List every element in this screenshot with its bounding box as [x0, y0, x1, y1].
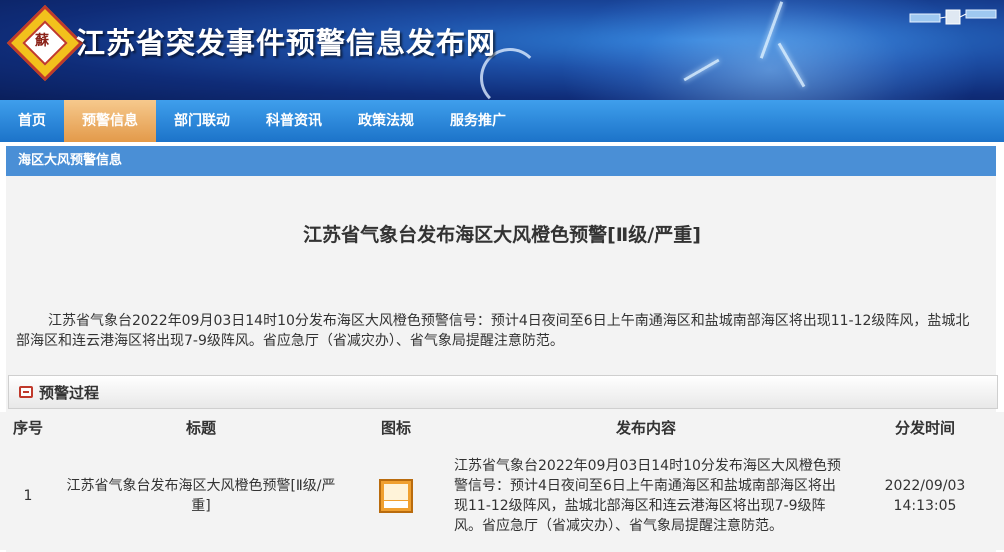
nav-item-warnings[interactable]: 预警信息 [64, 100, 156, 142]
process-title: 预警过程 [39, 383, 100, 402]
main-nav: 首页 预警信息 部门联动 科普资讯 政策法规 服务推广 [0, 100, 1004, 142]
row-content: 江苏省气象台2022年09月03日14时10分发布海区大风橙色预警信号：预计4日… [454, 458, 841, 534]
process-table: 序号 标题 图标 发布内容 分发时间 1 江苏省气象台发布海区大风橙色预警[Ⅱ级… [0, 412, 1004, 550]
table-row: 1 江苏省气象台发布海区大风橙色预警[Ⅱ级/严重] 江苏省气象台2022年09月… [0, 442, 1004, 550]
col-header-index: 序号 [12, 418, 43, 437]
nav-item-home[interactable]: 首页 [0, 100, 64, 142]
article-title: 江苏省气象台发布海区大风橙色预警[Ⅱ级/严重] [303, 224, 701, 246]
site-title: 江苏省突发事件预警信息发布网 [76, 26, 497, 60]
satellite-icon [909, 9, 997, 25]
row-icon-cell [346, 479, 446, 513]
nav-item-services[interactable]: 服务推广 [432, 100, 524, 142]
row-date: 2022/09/03 [884, 478, 966, 494]
orange-wind-warning-icon [379, 479, 413, 513]
row-time-cell: 2022/09/03 14:13:05 [846, 476, 1004, 516]
row-time: 14:13:05 [893, 498, 957, 514]
col-header-title: 标题 [185, 418, 216, 437]
header-banner: 蘇 江苏省突发事件预警信息发布网 [0, 0, 1004, 100]
col-header-icon: 图标 [380, 418, 411, 437]
article-body: 江苏省气象台2022年09月03日14时10分发布海区大风橙色预警信号：预计4日… [16, 313, 970, 349]
logo-char: 蘇 [35, 33, 49, 49]
process-icon [19, 386, 33, 398]
col-header-time: 分发时间 [894, 418, 955, 437]
row-title-link[interactable]: 江苏省气象台发布海区大风橙色预警[Ⅱ级/严重] [56, 476, 346, 516]
nav-item-department[interactable]: 部门联动 [156, 100, 248, 142]
row-index: 1 [23, 488, 33, 504]
nav-item-science[interactable]: 科普资讯 [248, 100, 340, 142]
nav-item-policy[interactable]: 政策法规 [340, 100, 432, 142]
col-header-content: 发布内容 [615, 418, 676, 437]
section-title: 海区大风预警信息 [6, 146, 996, 176]
table-header: 序号 标题 图标 发布内容 分发时间 [0, 412, 1004, 442]
process-header: 预警过程 [8, 375, 998, 409]
